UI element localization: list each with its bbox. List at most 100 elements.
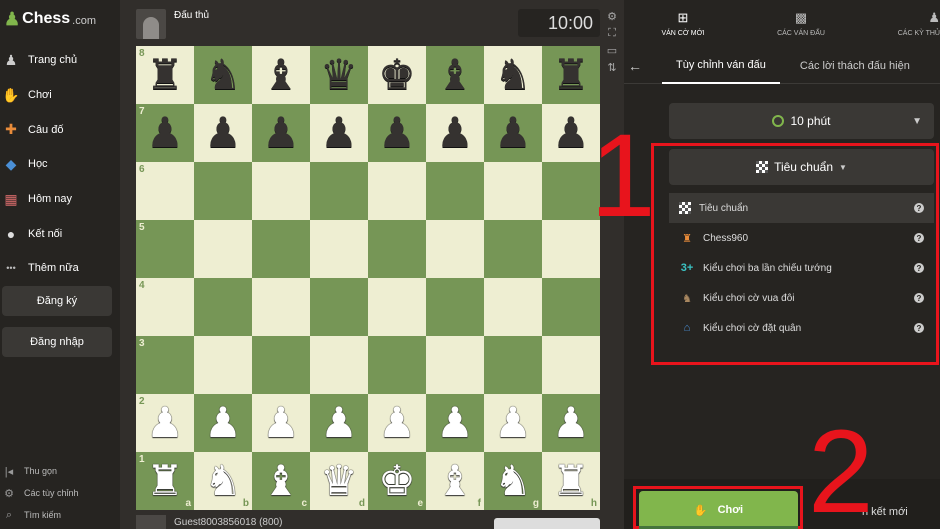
board-square-e8[interactable]: ♚ (368, 46, 426, 104)
help-icon[interactable]: ? (914, 203, 924, 213)
variant-option-chess960[interactable]: ♜ Chess960 ? (669, 223, 934, 253)
tab-open-challenges[interactable]: Các lời thách đấu hiện (780, 60, 924, 72)
white-pawn-icon[interactable]: ♟ (262, 402, 300, 444)
white-rook-icon[interactable]: ♜ (552, 460, 590, 502)
white-bishop-icon[interactable]: ♝ (436, 460, 474, 502)
board-square-d4[interactable] (310, 278, 368, 336)
board-square-c3[interactable] (252, 336, 310, 394)
time-control-select[interactable]: 10 phút ▼ (669, 103, 934, 139)
chess-logo[interactable]: ♟ Chess .com (4, 6, 96, 32)
board-square-f2[interactable]: ♟ (426, 394, 484, 452)
search-button[interactable]: ⌕ Tìm kiếm (0, 504, 120, 526)
white-rook-icon[interactable]: ♜ (146, 460, 184, 502)
white-queen-icon[interactable]: ♛ (320, 460, 358, 502)
sidebar-item-social[interactable]: ● Kết nối (0, 216, 120, 251)
board-square-d7[interactable]: ♟ (310, 104, 368, 162)
black-knight-icon[interactable]: ♞ (494, 54, 532, 96)
black-rook-icon[interactable]: ♜ (552, 54, 590, 96)
chess-board[interactable]: 8 ♜ ♞ ♝ ♛ ♚ ♝ ♞ ♜ 7 ♟ ♟ ♟ ♟ ♟ ♟ ♟ ♟ 6 5 4 3 2 ♟ ♟ ♟ ♟ ♟ ♟ ♟ ♟ 1 a ♜ b ♞ c ♝ d ♛… (136, 46, 600, 510)
black-pawn-icon[interactable]: ♟ (378, 112, 416, 154)
board-square-g6[interactable] (484, 162, 542, 220)
black-pawn-icon[interactable]: ♟ (320, 112, 358, 154)
signup-button[interactable]: Đăng ký (2, 286, 112, 316)
help-icon[interactable]: ? (914, 323, 924, 333)
board-square-d3[interactable] (310, 336, 368, 394)
white-pawn-icon[interactable]: ♟ (146, 402, 184, 444)
black-pawn-icon[interactable]: ♟ (436, 112, 474, 154)
variant-select[interactable]: Tiêu chuẩn ▼ (669, 149, 934, 185)
board-square-a5[interactable]: 5 (136, 220, 194, 278)
black-pawn-icon[interactable]: ♟ (204, 112, 242, 154)
black-pawn-icon[interactable]: ♟ (494, 112, 532, 154)
white-knight-icon[interactable]: ♞ (204, 460, 242, 502)
variant-option-bughouse[interactable]: ♞ Kiểu chơi cờ vua đôi ? (669, 283, 934, 313)
tab-new-game[interactable]: ⊞ VÁN CỜ MỚI (624, 0, 742, 46)
black-pawn-icon[interactable]: ♟ (552, 112, 590, 154)
board-square-b4[interactable] (194, 278, 252, 336)
board-square-b2[interactable]: ♟ (194, 394, 252, 452)
board-square-c8[interactable]: ♝ (252, 46, 310, 104)
board-square-b6[interactable] (194, 162, 252, 220)
sidebar-item-learn[interactable]: ◆ Học (0, 147, 120, 182)
board-square-g7[interactable]: ♟ (484, 104, 542, 162)
black-bishop-icon[interactable]: ♝ (262, 54, 300, 96)
board-square-b7[interactable]: ♟ (194, 104, 252, 162)
board-square-a1[interactable]: 1 a ♜ (136, 452, 194, 510)
flip-icon[interactable]: ⇅ (605, 61, 619, 78)
board-square-g5[interactable] (484, 220, 542, 278)
board-square-d6[interactable] (310, 162, 368, 220)
board-square-c5[interactable] (252, 220, 310, 278)
collapse-button[interactable]: |◂ Thu gọn (0, 460, 120, 482)
board-square-g1[interactable]: g ♞ (484, 452, 542, 510)
board-square-h1[interactable]: h ♜ (542, 452, 600, 510)
white-pawn-icon[interactable]: ♟ (436, 402, 474, 444)
board-square-e7[interactable]: ♟ (368, 104, 426, 162)
sidebar-item-puzzles[interactable]: ✚ Câu đố (0, 112, 120, 147)
sidebar-item-today[interactable]: ▦ Hôm nay (0, 182, 120, 217)
board-square-a6[interactable]: 6 (136, 162, 194, 220)
board-square-c4[interactable] (252, 278, 310, 336)
board-square-c6[interactable] (252, 162, 310, 220)
black-rook-icon[interactable]: ♜ (146, 54, 184, 96)
white-pawn-icon[interactable]: ♟ (494, 402, 532, 444)
black-pawn-icon[interactable]: ♟ (262, 112, 300, 154)
expand-icon[interactable]: ⛶ (605, 27, 619, 44)
black-bishop-icon[interactable]: ♝ (436, 54, 474, 96)
board-square-a4[interactable]: 4 (136, 278, 194, 336)
variant-option-crazyhouse[interactable]: ⌂ Kiểu chơi cờ đặt quân ? (669, 313, 934, 343)
settings-button[interactable]: ⚙ Các tùy chỉnh (0, 482, 120, 504)
board-square-c7[interactable]: ♟ (252, 104, 310, 162)
board-square-a2[interactable]: 2 ♟ (136, 394, 194, 452)
board-square-f7[interactable]: ♟ (426, 104, 484, 162)
board-square-e4[interactable] (368, 278, 426, 336)
white-bishop-icon[interactable]: ♝ (262, 460, 300, 502)
board-square-h4[interactable] (542, 278, 600, 336)
variant-option-standard[interactable]: Tiêu chuẩn ? (669, 193, 934, 223)
board-square-d8[interactable]: ♛ (310, 46, 368, 104)
board-square-g4[interactable] (484, 278, 542, 336)
board-square-a8[interactable]: 8 ♜ (136, 46, 194, 104)
board-square-d5[interactable] (310, 220, 368, 278)
board-square-f3[interactable] (426, 336, 484, 394)
board-square-g2[interactable]: ♟ (484, 394, 542, 452)
help-icon[interactable]: ? (914, 233, 924, 243)
help-icon[interactable]: ? (914, 293, 924, 303)
white-knight-icon[interactable]: ♞ (494, 460, 532, 502)
board-square-e3[interactable] (368, 336, 426, 394)
tab-players[interactable]: ♟ CÁC KỲ THỦ (860, 0, 940, 46)
board-square-f6[interactable] (426, 162, 484, 220)
screen-icon[interactable]: ▭ (605, 44, 619, 61)
board-square-a3[interactable]: 3 (136, 336, 194, 394)
board-square-e6[interactable] (368, 162, 426, 220)
board-square-b8[interactable]: ♞ (194, 46, 252, 104)
help-icon[interactable]: ? (914, 263, 924, 273)
black-king-icon[interactable]: ♚ (378, 54, 416, 96)
login-button[interactable]: Đăng nhập (2, 327, 112, 357)
tab-custom-game[interactable]: Tùy chỉnh ván đấu (662, 48, 780, 84)
sidebar-item-home[interactable]: ♟ Trang chủ (0, 43, 120, 78)
sidebar-item-more[interactable]: ••• Thêm nữa (0, 251, 120, 286)
board-square-f5[interactable] (426, 220, 484, 278)
board-square-b5[interactable] (194, 220, 252, 278)
tab-games[interactable]: ▩ CÁC VÁN ĐẤU (742, 0, 860, 46)
board-square-b3[interactable] (194, 336, 252, 394)
